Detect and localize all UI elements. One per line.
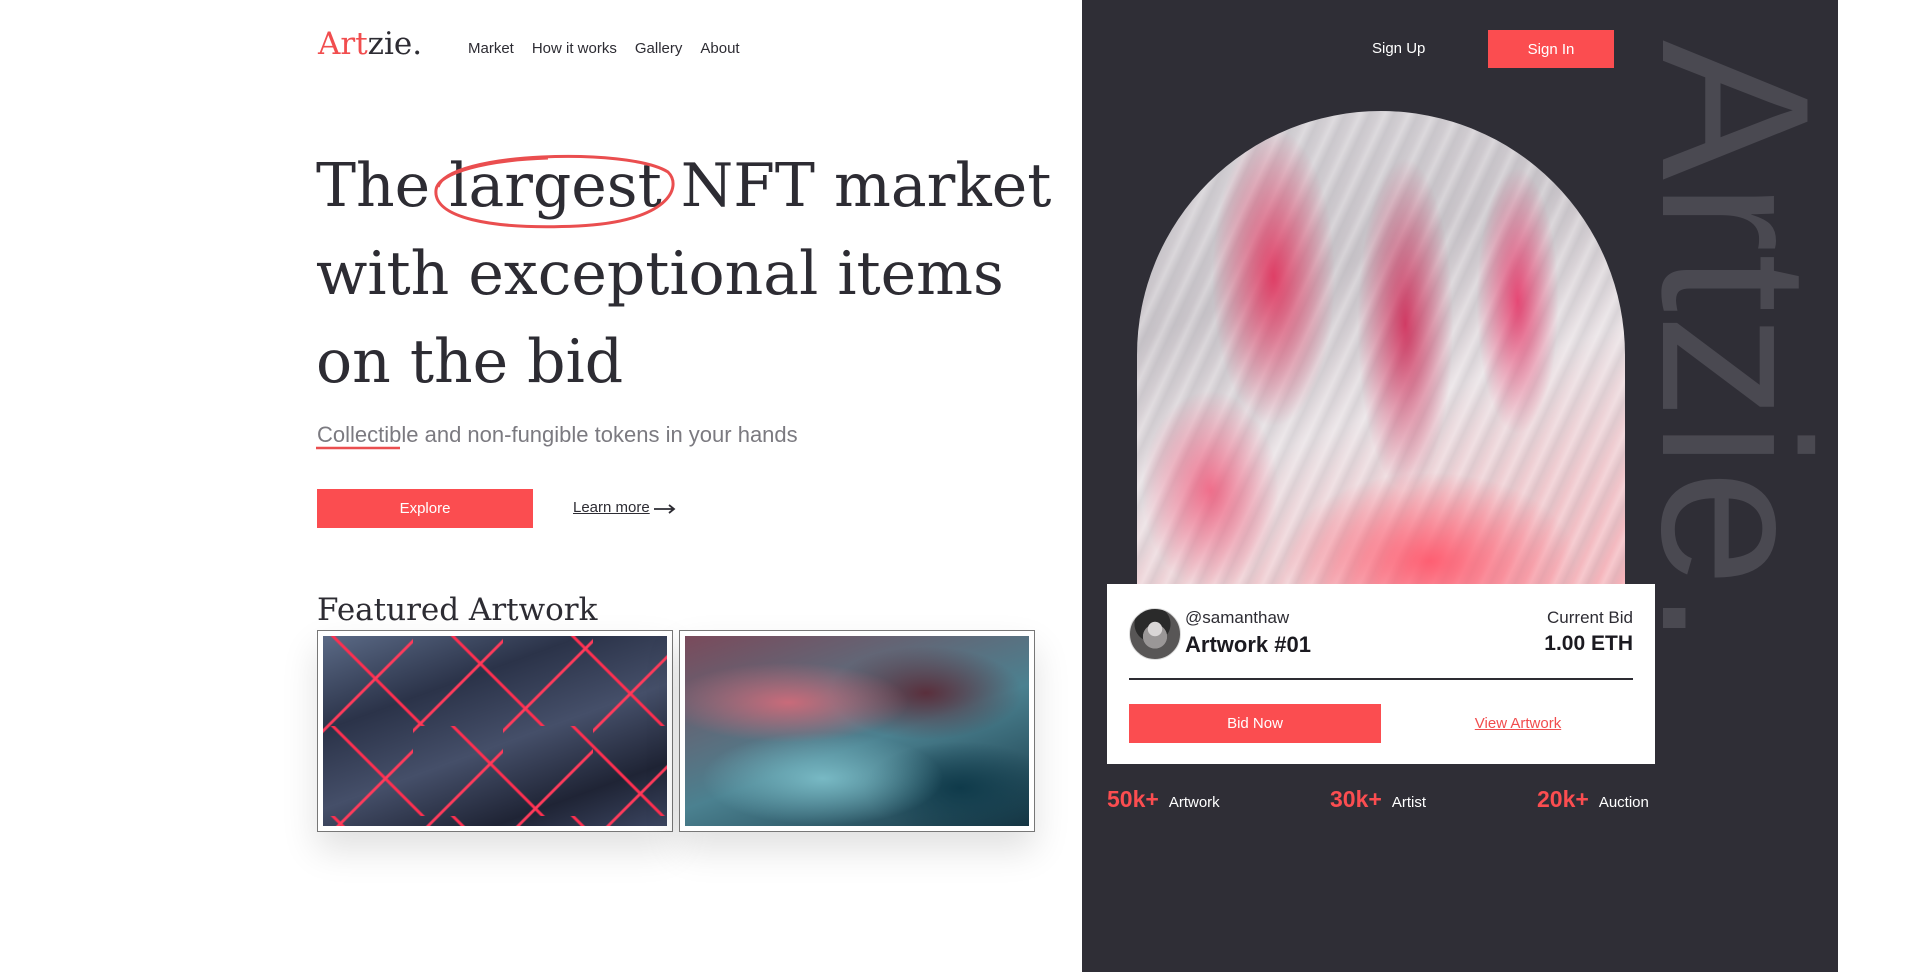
featured-artwork-image bbox=[685, 636, 1029, 826]
hero-artwork-image bbox=[1137, 111, 1625, 585]
stat-value: 30k+ bbox=[1330, 786, 1382, 812]
nav-item-about[interactable]: About bbox=[700, 40, 739, 57]
artist-handle[interactable]: @samanthaw bbox=[1185, 608, 1289, 628]
learn-more-label: Learn more bbox=[573, 499, 650, 516]
nav-item-how-it-works[interactable]: How it works bbox=[532, 40, 617, 57]
divider bbox=[1129, 678, 1633, 680]
sign-up-link[interactable]: Sign Up bbox=[1372, 40, 1425, 57]
main-nav: Market How it works Gallery About bbox=[468, 40, 740, 57]
hero-title: The largest NFT market with exceptional … bbox=[316, 142, 1056, 406]
current-bid-value: 1.00 ETH bbox=[1544, 632, 1633, 655]
bid-card: @samanthaw Artwork #01 Current Bid 1.00 … bbox=[1107, 584, 1655, 764]
stat-label: Artwork bbox=[1168, 794, 1220, 811]
hero-title-highlight: largest bbox=[449, 151, 662, 221]
stat-auction: 20k+ Auction bbox=[1537, 786, 1649, 813]
stat-label: Auction bbox=[1598, 794, 1649, 811]
stat-label: Artist bbox=[1391, 794, 1426, 811]
explore-button[interactable]: Explore bbox=[317, 489, 533, 528]
featured-artwork-card-1[interactable] bbox=[317, 630, 673, 832]
nav-item-market[interactable]: Market bbox=[468, 40, 514, 57]
featured-artwork-image bbox=[323, 636, 667, 826]
featured-artwork-title: Featured Artwork bbox=[317, 592, 598, 628]
learn-more-link[interactable]: Learn more bbox=[573, 499, 676, 516]
subtitle-underline bbox=[316, 446, 400, 450]
brand-logo[interactable]: Artzie. bbox=[318, 26, 422, 62]
stat-value: 20k+ bbox=[1537, 786, 1589, 812]
featured-artwork-card-2[interactable] bbox=[679, 630, 1035, 832]
stat-artwork: 50k+ Artwork bbox=[1107, 786, 1220, 813]
avatar[interactable] bbox=[1129, 608, 1181, 660]
nav-item-gallery[interactable]: Gallery bbox=[635, 40, 683, 57]
artwork-name: Artwork #01 bbox=[1185, 632, 1311, 657]
arrow-right-icon bbox=[653, 504, 676, 514]
stat-artist: 30k+ Artist bbox=[1330, 786, 1426, 813]
view-artwork-link[interactable]: View Artwork bbox=[1403, 704, 1633, 743]
current-bid-label: Current Bid bbox=[1547, 608, 1633, 627]
bid-now-button[interactable]: Bid Now bbox=[1129, 704, 1381, 743]
stat-value: 50k+ bbox=[1107, 786, 1159, 812]
brand-watermark: Artzie. bbox=[1640, 40, 1830, 650]
sign-in-button[interactable]: Sign In bbox=[1488, 30, 1614, 68]
